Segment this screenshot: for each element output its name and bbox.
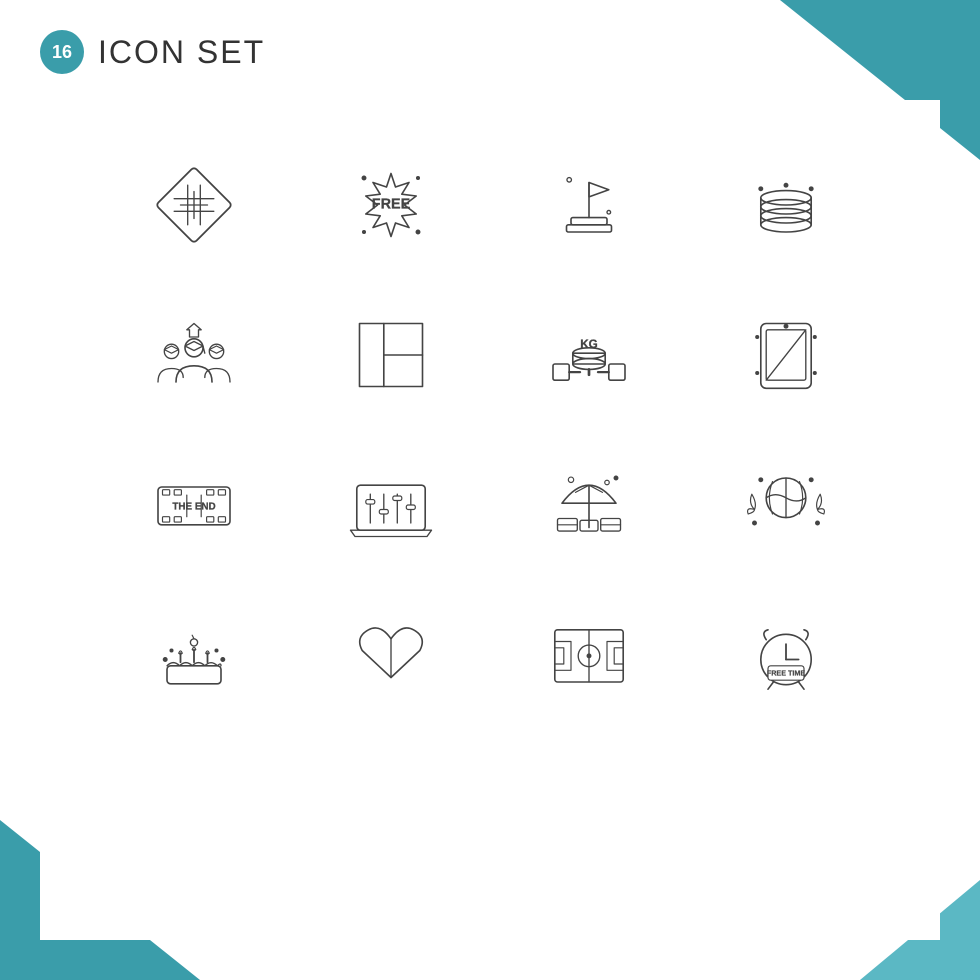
icon-grid-diamond[interactable]	[100, 140, 288, 270]
icon-free-badge[interactable]: FREE	[298, 140, 486, 270]
icon-alarm-clock[interactable]: FREE TIME	[693, 590, 881, 720]
icon-audio-mixer[interactable]	[298, 440, 486, 570]
svg-text:FREE TIME: FREE TIME	[767, 669, 806, 678]
icon-soccer-field[interactable]	[495, 590, 683, 720]
icon-heart[interactable]	[298, 590, 486, 720]
icon-grid: FREE	[100, 140, 880, 720]
badge-number: 16	[40, 30, 84, 74]
icon-weight-barbell[interactable]: KG	[495, 290, 683, 420]
icon-flag-goal[interactable]	[495, 140, 683, 270]
page-title: ICON SET	[98, 34, 265, 71]
icon-beach-umbrella[interactable]	[495, 440, 683, 570]
icon-birthday-cake[interactable]	[100, 590, 288, 720]
icon-film-end[interactable]: THE END	[100, 440, 288, 570]
icon-grid-container: FREE	[40, 100, 940, 940]
svg-text:THE END: THE END	[172, 502, 215, 513]
page-header: 16 ICON SET	[40, 30, 265, 74]
icon-layout-grid[interactable]	[298, 290, 486, 420]
icon-tablet-device[interactable]	[693, 290, 881, 420]
icon-graduation-team[interactable]	[100, 290, 288, 420]
icon-basketball-award[interactable]	[693, 440, 881, 570]
svg-text:FREE: FREE	[372, 197, 411, 213]
icon-coins-roll[interactable]	[693, 140, 881, 270]
